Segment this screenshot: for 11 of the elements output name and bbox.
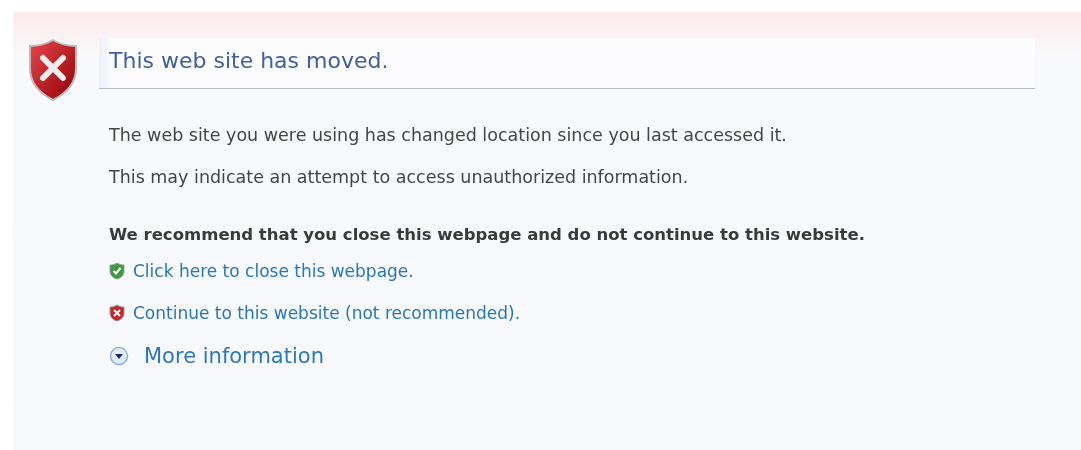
expand-icon[interactable] [109, 346, 129, 366]
error-shield-icon [27, 38, 79, 102]
page-title: This web site has moved. [109, 50, 390, 72]
safe-shield-icon [109, 262, 125, 280]
link[interactable]: Continue to this website (not recommended). [133, 303, 521, 323]
error-shield-icon [109, 304, 125, 322]
more-information-link[interactable]: More information [144, 344, 324, 368]
message-text: The web site you were using has changed location since you last accessed it. [109, 124, 788, 146]
message-text: This may indicate an attempt to access unauthorized information. [109, 166, 690, 188]
link[interactable]: Click here to close this webpage. [133, 261, 414, 281]
recommendation-text: We recommend that you close this webpage and do not continue to this website. [109, 224, 866, 246]
